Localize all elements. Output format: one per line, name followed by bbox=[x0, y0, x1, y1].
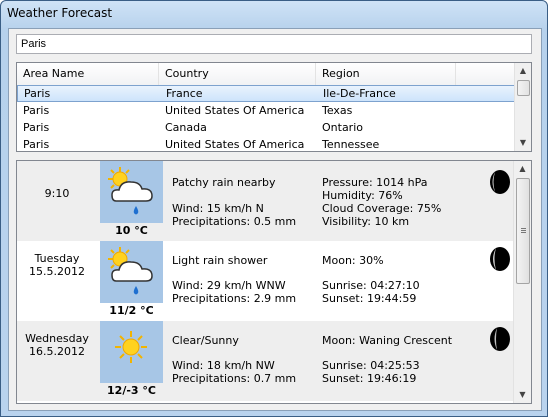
cell-area: Paris bbox=[23, 138, 50, 151]
patchy-rain-icon bbox=[100, 161, 163, 223]
forecast-wind: Wind: 18 km/h NW bbox=[172, 359, 275, 372]
column-header-area-name[interactable]: Area Name bbox=[17, 63, 159, 85]
forecast-precip: Precipitations: 0.5 mm bbox=[172, 215, 297, 228]
client-area: Area Name Country Region Paris France Il… bbox=[8, 28, 542, 411]
forecast-moon: Moon: Waning Crescent bbox=[322, 334, 453, 347]
forecast-time: 9:10 bbox=[44, 187, 70, 200]
scroll-down-icon[interactable]: ▼ bbox=[514, 387, 531, 403]
forecast-precip: Precipitations: 0.7 mm bbox=[172, 372, 297, 385]
forecast-row: Wednesday 16.5.2012 12/-3 °C Clear/Sunny… bbox=[17, 321, 516, 401]
forecast-humidity: Humidity: 76% bbox=[322, 189, 403, 202]
forecast-temp: 12/-3 °C bbox=[107, 384, 156, 397]
forecast-scrollbar[interactable]: ▲ ▼ bbox=[513, 161, 531, 403]
cell-country: United States Of America bbox=[165, 104, 305, 117]
forecast-temp: 11/2 °C bbox=[109, 304, 154, 317]
forecast-wind: Wind: 15 km/h N bbox=[172, 202, 264, 215]
grid-row[interactable]: Paris France Ile-De-France bbox=[17, 85, 517, 102]
forecast-row: 9:10 10 °C Patchy rain nearby Wind: 15 k… bbox=[17, 161, 516, 241]
cell-area: Paris bbox=[23, 104, 50, 117]
cell-country: Canada bbox=[165, 121, 207, 134]
cell-region: Ontario bbox=[322, 121, 363, 134]
column-header-region[interactable]: Region bbox=[316, 63, 456, 85]
scroll-up-icon[interactable]: ▲ bbox=[514, 161, 531, 177]
forecast-wind: Wind: 29 km/h WNW bbox=[172, 279, 286, 292]
forecast-day: Wednesday bbox=[25, 332, 89, 345]
forecast-temp: 10 °C bbox=[115, 224, 148, 237]
grid-row[interactable]: Paris Canada Ontario bbox=[17, 119, 517, 136]
forecast-visibility: Visibility: 10 km bbox=[322, 215, 410, 228]
forecast-pressure: Pressure: 1014 hPa bbox=[322, 176, 428, 189]
cell-country: France bbox=[166, 87, 203, 100]
forecast-precip: Precipitations: 2.9 mm bbox=[172, 292, 297, 305]
moon-phase-icon bbox=[489, 246, 511, 272]
cell-region: Tennessee bbox=[322, 138, 380, 151]
grid-row[interactable]: Paris United States Of America Texas bbox=[17, 102, 517, 119]
area-grid: Area Name Country Region Paris France Il… bbox=[16, 62, 532, 152]
forecast-moon: Moon: 30% bbox=[322, 254, 384, 267]
forecast-sunset: Sunset: 19:44:59 bbox=[322, 292, 417, 305]
moon-phase-icon bbox=[489, 169, 511, 195]
moon-phase-icon bbox=[489, 326, 511, 352]
forecast-condition: Light rain shower bbox=[172, 254, 268, 267]
cell-region: Texas bbox=[322, 104, 353, 117]
forecast-condition: Patchy rain nearby bbox=[172, 176, 276, 189]
search-input[interactable] bbox=[16, 34, 532, 54]
grid-scrollbar[interactable]: ▲ ▼ bbox=[514, 63, 531, 151]
cell-region: Ile-De-France bbox=[323, 87, 396, 100]
grid-row[interactable]: Paris United States Of America Tennessee bbox=[17, 136, 517, 151]
cell-area: Paris bbox=[24, 87, 51, 100]
grid-header: Area Name Country Region bbox=[17, 63, 517, 86]
cell-country: United States Of America bbox=[165, 138, 305, 151]
scroll-up-icon[interactable]: ▲ bbox=[515, 63, 531, 79]
title-bar[interactable]: Weather Forecast bbox=[1, 1, 547, 27]
forecast-row: Tuesday 15.5.2012 11/2 °C Light rain sho… bbox=[17, 241, 516, 321]
scroll-down-icon[interactable]: ▼ bbox=[515, 135, 531, 151]
light-rain-shower-icon bbox=[100, 241, 163, 303]
weather-window: Weather Forecast Area Name Country Regio… bbox=[0, 0, 548, 417]
sunny-icon bbox=[100, 321, 163, 383]
forecast-date: 16.5.2012 bbox=[29, 345, 85, 358]
forecast-panel: 9:10 10 °C Patchy rain nearby Wind: 15 k… bbox=[16, 160, 532, 404]
forecast-condition: Clear/Sunny bbox=[172, 334, 239, 347]
column-header-country[interactable]: Country bbox=[159, 63, 316, 85]
forecast-sunrise: Sunrise: 04:25:53 bbox=[322, 359, 420, 372]
grid-scroll-thumb[interactable] bbox=[517, 80, 530, 96]
forecast-cloud-coverage: Cloud Coverage: 75% bbox=[322, 202, 442, 215]
forecast-scroll-thumb[interactable] bbox=[516, 178, 530, 284]
cell-area: Paris bbox=[23, 121, 50, 134]
window-title: Weather Forecast bbox=[7, 6, 113, 20]
forecast-date: 15.5.2012 bbox=[29, 265, 85, 278]
forecast-sunset: Sunset: 19:46:19 bbox=[322, 372, 417, 385]
forecast-day: Tuesday bbox=[34, 252, 80, 265]
forecast-sunrise: Sunrise: 04:27:10 bbox=[322, 279, 420, 292]
